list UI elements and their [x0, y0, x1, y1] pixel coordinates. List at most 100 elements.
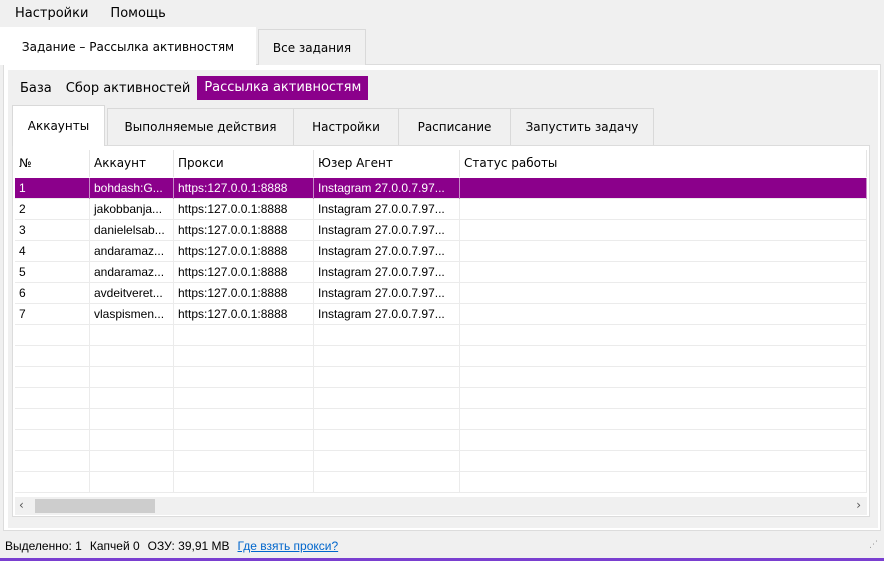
table-cell: 5: [15, 262, 90, 283]
table-row[interactable]: [15, 472, 867, 493]
table-cell: [15, 346, 90, 367]
table-cell: [174, 325, 314, 346]
table-cell: [174, 451, 314, 472]
table-cell: [90, 346, 174, 367]
table-row[interactable]: [15, 325, 867, 346]
table-cell: [460, 367, 867, 388]
table-cell: [460, 346, 867, 367]
table-cell: Instagram 27.0.0.7.97...: [314, 283, 460, 304]
table-cell: [90, 325, 174, 346]
table-cell: [90, 451, 174, 472]
table-cell: Instagram 27.0.0.7.97...: [314, 262, 460, 283]
table-cell: [90, 409, 174, 430]
table-cell: [174, 430, 314, 451]
table-cell: [15, 430, 90, 451]
table-cell: [314, 451, 460, 472]
table-header: № Аккаунт Прокси Юзер Агент Статус работ…: [15, 150, 867, 177]
table-cell: 6: [15, 283, 90, 304]
table-row[interactable]: 6 avdeitveret... https:127.0.0.1:8888 Insta…: [15, 283, 867, 304]
table-cell: https:127.0.0.1:8888: [174, 199, 314, 220]
table-cell: https:127.0.0.1:8888: [174, 304, 314, 325]
table-row[interactable]: 5 andaramaz... https:127.0.0.1:8888 Instagr…: [15, 262, 867, 283]
tab-actions[interactable]: Выполняемые действия: [107, 108, 294, 145]
table-cell: [15, 451, 90, 472]
table-cell: [314, 472, 460, 493]
table-row[interactable]: [15, 409, 867, 430]
table-cell: andaramaz...: [90, 262, 174, 283]
table-cell: 4: [15, 241, 90, 262]
table-row[interactable]: [15, 451, 867, 472]
table-cell: [174, 367, 314, 388]
tab-current-task[interactable]: Задание – Рассылка активностям: [0, 27, 256, 65]
captcha-count: Капчей 0: [89, 539, 140, 553]
menu-settings[interactable]: Настройки: [15, 6, 88, 21]
table-cell: [90, 388, 174, 409]
table-row[interactable]: 2 jakobbanja... https:127.0.0.1:8888 Instag…: [15, 199, 867, 220]
table-cell: https:127.0.0.1:8888: [174, 262, 314, 283]
table-cell: [460, 430, 867, 451]
table-cell: [314, 346, 460, 367]
table-cell: [15, 472, 90, 493]
table-cell: Instagram 27.0.0.7.97...: [314, 241, 460, 262]
nav-base[interactable]: База: [13, 81, 59, 96]
table-cell: danielelsab...: [90, 220, 174, 241]
status-bar: Выделенно: 1 Капчей 0 ОЗУ: 39,91 MB Где …: [0, 535, 884, 557]
col-user-agent[interactable]: Юзер Агент: [314, 150, 460, 177]
scroll-left-icon[interactable]: ‹: [19, 498, 24, 512]
table-cell: andaramaz...: [90, 241, 174, 262]
tab-settings[interactable]: Настройки: [293, 108, 399, 145]
table-row[interactable]: 4 andaramaz... https:127.0.0.1:8888 Instagr…: [15, 241, 867, 262]
tab-all-tasks[interactable]: Все задания: [258, 29, 366, 65]
table-row[interactable]: 7 vlaspismen... https:127.0.0.1:8888 Instag…: [15, 304, 867, 325]
tab-schedule[interactable]: Расписание: [398, 108, 511, 145]
table-cell: bohdash:G...: [90, 178, 174, 199]
table-cell: [460, 409, 867, 430]
table-cell: [460, 325, 867, 346]
nav-mailing[interactable]: Рассылка активностям: [197, 76, 369, 100]
table-cell: 7: [15, 304, 90, 325]
table-cell: Instagram 27.0.0.7.97...: [314, 199, 460, 220]
table-cell: avdeitveret...: [90, 283, 174, 304]
col-number[interactable]: №: [15, 150, 90, 177]
table-row[interactable]: [15, 367, 867, 388]
table-cell: [15, 388, 90, 409]
table-cell: [15, 409, 90, 430]
col-proxy[interactable]: Прокси: [174, 150, 314, 177]
table-cell: [90, 367, 174, 388]
tab-accounts[interactable]: Аккаунты: [12, 105, 105, 146]
menu-bar: Настройки Помощь: [0, 0, 884, 26]
horizontal-scrollbar[interactable]: ‹ ›: [15, 497, 867, 515]
table-cell: [314, 409, 460, 430]
table-cell: [460, 304, 867, 325]
table-cell: [15, 325, 90, 346]
col-account[interactable]: Аккаунт: [90, 150, 174, 177]
table-row[interactable]: [15, 388, 867, 409]
nav-collect[interactable]: Сбор активностей: [59, 81, 198, 96]
tab-run-task[interactable]: Запустить задачу: [510, 108, 654, 145]
table-cell: 1: [15, 178, 90, 199]
scroll-thumb[interactable]: [35, 499, 155, 513]
table-cell: [460, 241, 867, 262]
table-row[interactable]: [15, 430, 867, 451]
table-cell: 3: [15, 220, 90, 241]
table-cell: [460, 199, 867, 220]
table-cell: [90, 430, 174, 451]
table-cell: [314, 430, 460, 451]
resize-grip-icon[interactable]: ⋰: [869, 540, 878, 550]
table-cell: [460, 178, 867, 199]
table-cell: [460, 262, 867, 283]
table-row[interactable]: 3 danielelsab... https:127.0.0.1:8888 Insta…: [15, 220, 867, 241]
table-cell: Instagram 27.0.0.7.97...: [314, 220, 460, 241]
scroll-right-icon[interactable]: ›: [856, 498, 861, 512]
menu-help[interactable]: Помощь: [110, 6, 165, 21]
table-cell: vlaspismen...: [90, 304, 174, 325]
proxy-link[interactable]: Где взять прокси?: [238, 539, 339, 553]
table-cell: [460, 451, 867, 472]
table-cell: [174, 346, 314, 367]
table-cell: [460, 472, 867, 493]
table-cell: [314, 388, 460, 409]
col-status[interactable]: Статус работы: [460, 150, 867, 177]
table-row[interactable]: [15, 346, 867, 367]
table-cell: [460, 220, 867, 241]
table-row[interactable]: 1 bohdash:G... https:127.0.0.1:8888 Instagr…: [15, 178, 867, 199]
